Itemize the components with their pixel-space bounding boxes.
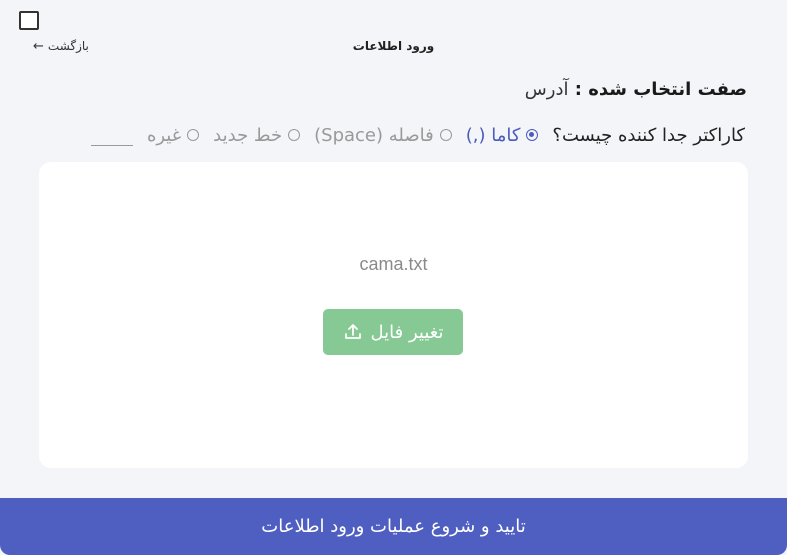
dialog: ← بازگشت ورود اطلاعات صفت انتخاب شده : آ… xyxy=(0,0,787,555)
radio-unchecked-icon[interactable] xyxy=(288,129,301,141)
radio-checked-icon[interactable] xyxy=(526,129,539,141)
submit-button[interactable]: تایید و شروع عملیات ورود اطلاعات xyxy=(0,498,787,555)
option-space[interactable]: فاصله (Space) xyxy=(314,125,452,146)
option-newline-label: خط جدید xyxy=(213,124,283,146)
page-title: ورود اطلاعات xyxy=(352,39,435,53)
change-file-label: تغییر فایل xyxy=(370,321,444,343)
submit-label: تایید و شروع عملیات ورود اطلاعات xyxy=(261,516,526,537)
radio-unchecked-icon[interactable] xyxy=(439,129,452,141)
file-drop-area[interactable]: cama.txt تغییر فایل xyxy=(39,162,748,468)
option-newline[interactable]: خط جدید xyxy=(213,124,301,146)
selected-field: صفت انتخاب شده : آدرس xyxy=(525,79,747,100)
option-comma-label: کاما (,) xyxy=(465,124,521,146)
close-square-icon[interactable] xyxy=(19,11,39,30)
option-comma[interactable]: کاما (,) xyxy=(466,125,539,146)
other-separator-input[interactable] xyxy=(90,124,133,146)
option-space-label: فاصله (Space) xyxy=(314,124,434,146)
separator-selector: کاراکتر جدا کننده چیست؟ کاما (,) فاصله (… xyxy=(90,124,745,146)
selected-field-value: آدرس xyxy=(524,79,569,100)
file-name: cama.txt xyxy=(359,254,428,274)
header: ← بازگشت ورود اطلاعات xyxy=(0,36,787,58)
upload-icon xyxy=(344,324,361,339)
option-other[interactable]: غیره xyxy=(146,124,200,146)
separator-question: کاراکتر جدا کننده چیست؟ xyxy=(552,124,745,146)
option-other-label: غیره xyxy=(146,124,182,146)
radio-unchecked-icon[interactable] xyxy=(187,129,200,141)
selected-field-label: صفت انتخاب شده : xyxy=(574,79,747,100)
change-file-button[interactable]: تغییر فایل xyxy=(323,309,463,355)
